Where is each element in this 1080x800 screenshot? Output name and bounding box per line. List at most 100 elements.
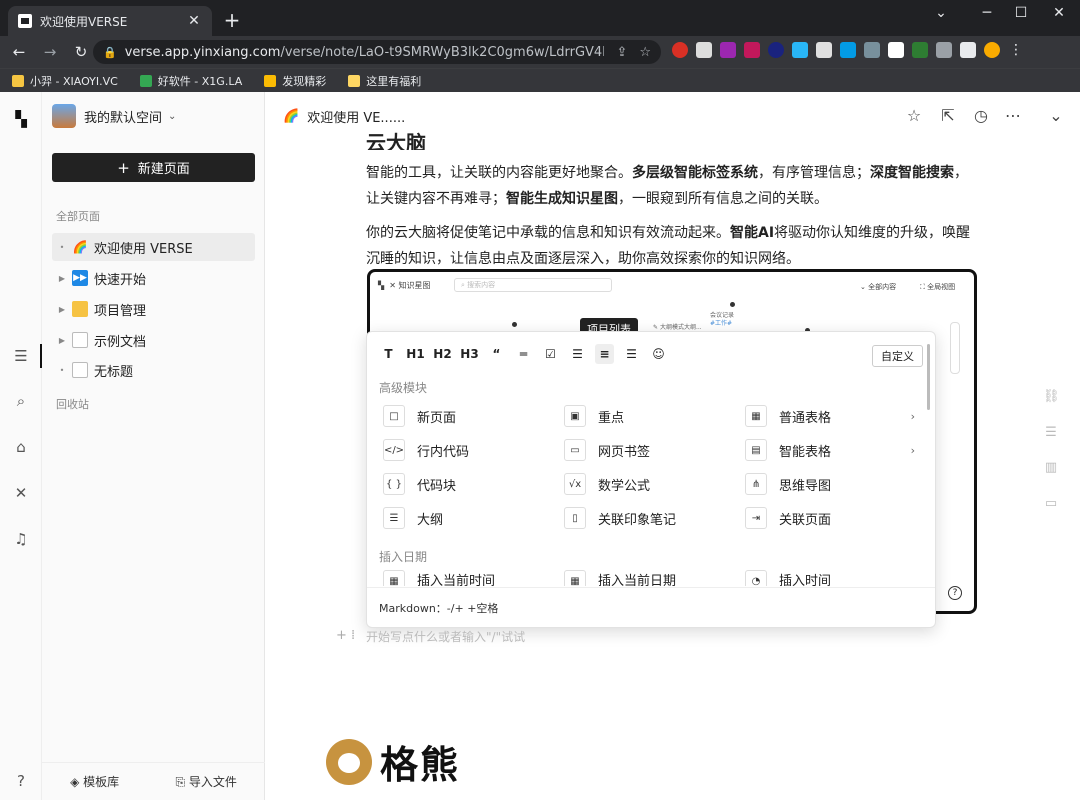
back-icon[interactable]: ←: [7, 43, 31, 61]
open-external-icon[interactable]: ⇱: [938, 106, 958, 125]
side-panel-icon[interactable]: [960, 42, 976, 58]
menu-item-smart-table[interactable]: ▤ 智能表格 ›: [745, 437, 915, 463]
workspace-switcher[interactable]: 我的默认空间 ⌄: [52, 104, 176, 128]
forward-icon[interactable]: →: [38, 43, 62, 61]
extension-icon[interactable]: [840, 42, 856, 58]
editor-placeholder[interactable]: 开始写点什么或者输入"/"试试: [366, 628, 525, 645]
menu-item-highlight[interactable]: ▣ 重点: [564, 403, 734, 429]
extension-icon[interactable]: [864, 42, 880, 58]
sidebar-item-welcome[interactable]: • 🌈 欢迎使用 VERSE: [52, 233, 255, 261]
add-block-handle[interactable]: + ⁞: [336, 628, 355, 643]
smart-table-icon: ▤: [745, 439, 767, 461]
heading1-button[interactable]: H1: [406, 344, 425, 364]
menu-item-inline-code[interactable]: </> 行内代码: [383, 437, 553, 463]
embedded-search: ⌕ 搜索内容: [454, 278, 612, 292]
bookmark-item[interactable]: 发现精彩: [264, 73, 326, 89]
graph-node: [730, 302, 735, 307]
more-icon[interactable]: ⋯: [1003, 106, 1023, 125]
menu-item-web-bookmark[interactable]: ▭ 网页书签: [564, 437, 734, 463]
import-file-button[interactable]: ⎘ 导入文件: [175, 773, 236, 790]
profile-avatar[interactable]: [984, 42, 1000, 58]
menu-item-table[interactable]: ▦ 普通表格 ›: [745, 403, 915, 429]
heading3-button[interactable]: H3: [460, 344, 479, 364]
pages-icon[interactable]: ☰: [12, 347, 30, 365]
calendar-icon: ▦: [383, 570, 405, 586]
extension-icon[interactable]: [768, 42, 784, 58]
extension-icon[interactable]: [672, 42, 688, 58]
history-icon[interactable]: ◷: [971, 106, 991, 125]
new-tab-button[interactable]: +: [222, 8, 242, 32]
divider-button[interactable]: ═: [514, 344, 533, 364]
tag-icon[interactable]: ⌂: [12, 438, 30, 456]
numbered-list-button[interactable]: ☰: [622, 344, 641, 364]
extension-icon[interactable]: [792, 42, 808, 58]
highlight-icon: ▣: [564, 405, 586, 427]
checkbox-button[interactable]: ☑: [541, 344, 560, 364]
extension-icon[interactable]: [816, 42, 832, 58]
menu-item-math-formula[interactable]: √x 数学公式: [564, 471, 734, 497]
outline-icon[interactable]: ☰: [1043, 425, 1059, 441]
sidebar-item-untitled[interactable]: • 无标题: [52, 356, 255, 384]
expand-arrow-icon[interactable]: ▶: [52, 274, 72, 283]
bookmark-star-icon[interactable]: ☆: [639, 45, 651, 60]
extension-icon[interactable]: [696, 42, 712, 58]
sidebar-item-project[interactable]: ▶ 项目管理: [52, 295, 255, 323]
extension-icon[interactable]: [888, 42, 904, 58]
text-button[interactable]: T: [379, 344, 398, 364]
graph-icon[interactable]: ✕: [12, 484, 30, 502]
menu-item-linked-evernote[interactable]: ▯ 关联印象笔记: [564, 505, 734, 531]
menu-item-new-page[interactable]: □ 新页面: [383, 403, 553, 429]
expand-arrow-icon[interactable]: ▶: [52, 305, 72, 314]
trash-link[interactable]: 回收站: [56, 396, 89, 412]
verse-logo-icon[interactable]: ▚: [12, 110, 30, 128]
emoji-button[interactable]: ☺: [649, 344, 668, 364]
new-page-button[interactable]: + 新建页面: [52, 153, 255, 182]
close-window-button[interactable]: ✕: [1036, 0, 1080, 30]
quote-button[interactable]: “: [487, 344, 506, 364]
menu-item-insert-time[interactable]: ◔ 插入时间: [745, 570, 915, 586]
extensions-puzzle-icon[interactable]: [936, 42, 952, 58]
link-icon[interactable]: ⛓: [1043, 389, 1060, 405]
extension-icon[interactable]: [912, 42, 928, 58]
chevron-right-icon: ›: [910, 409, 915, 423]
text-run: ，一眼窥到所有信息之间的关联。: [618, 191, 828, 207]
expand-arrow-icon[interactable]: ▶: [52, 336, 72, 345]
tab-search-icon[interactable]: ⌄: [918, 0, 964, 30]
reload-icon[interactable]: ↻: [69, 43, 93, 61]
logo-text: 格熊: [380, 743, 461, 787]
menu-item-linked-page[interactable]: ⇥ 关联页面: [745, 505, 915, 531]
menu-item-insert-current-date[interactable]: ▦ 插入当前日期: [564, 570, 734, 586]
extension-icon[interactable]: [720, 42, 736, 58]
customize-button[interactable]: 自定义: [872, 345, 923, 367]
bookmark-folder[interactable]: 这里有福利: [348, 73, 421, 89]
document-body[interactable]: 云大脑 智能的工具，让关联的内容能更好地聚合。多层级智能标签系统，有序管理信息；…: [366, 130, 978, 280]
bell-icon[interactable]: ♫: [12, 530, 30, 548]
sidebar-item-example[interactable]: ▶ 示例文档: [52, 326, 255, 354]
help-icon[interactable]: ?: [12, 772, 30, 790]
menu-item-mind-map[interactable]: ⋔ 思维导图: [745, 471, 915, 497]
breadcrumb[interactable]: 🌈 欢迎使用 VE......: [283, 107, 405, 126]
browser-tab[interactable]: 欢迎使用VERSE ✕: [8, 6, 212, 36]
address-bar[interactable]: 🔒 verse.app.yinxiang.com/verse/note/LaO-…: [93, 40, 661, 64]
menu-scrollbar[interactable]: [927, 344, 930, 410]
browser-toolbar: ← → ↻ 🔒 verse.app.yinxiang.com/verse/not…: [0, 36, 1080, 68]
share-icon[interactable]: ⇪: [616, 45, 627, 60]
chrome-menu-icon[interactable]: ⋮: [1008, 42, 1024, 58]
search-icon[interactable]: ⌕: [12, 392, 30, 410]
comment-icon[interactable]: ▭: [1043, 496, 1059, 512]
template-library-button[interactable]: ◈ 模板库: [70, 773, 119, 790]
sidebar-item-quickstart[interactable]: ▶ ▶▶ 快速开始: [52, 264, 255, 292]
menu-item-code-block[interactable]: { } 代码块: [383, 471, 553, 497]
bookmark-item[interactable]: 好软件 - X1G.LA: [139, 73, 242, 89]
extension-icon[interactable]: [744, 42, 760, 58]
tab-close-icon[interactable]: ✕: [186, 13, 202, 29]
collapse-chevron-icon[interactable]: ⌄: [1046, 106, 1066, 125]
menu-item-insert-current-time[interactable]: ▦ 插入当前时间: [383, 570, 553, 586]
todo-list-button[interactable]: ☰: [568, 344, 587, 364]
layout-icon[interactable]: ▥: [1043, 460, 1059, 476]
bookmark-item[interactable]: 小羿 - XIAOYI.VC: [12, 73, 118, 89]
star-icon[interactable]: ☆: [904, 106, 924, 125]
heading2-button[interactable]: H2: [433, 344, 452, 364]
bullet-list-button[interactable]: ≡: [595, 344, 614, 364]
menu-item-outline[interactable]: ☰ 大纲: [383, 505, 553, 531]
